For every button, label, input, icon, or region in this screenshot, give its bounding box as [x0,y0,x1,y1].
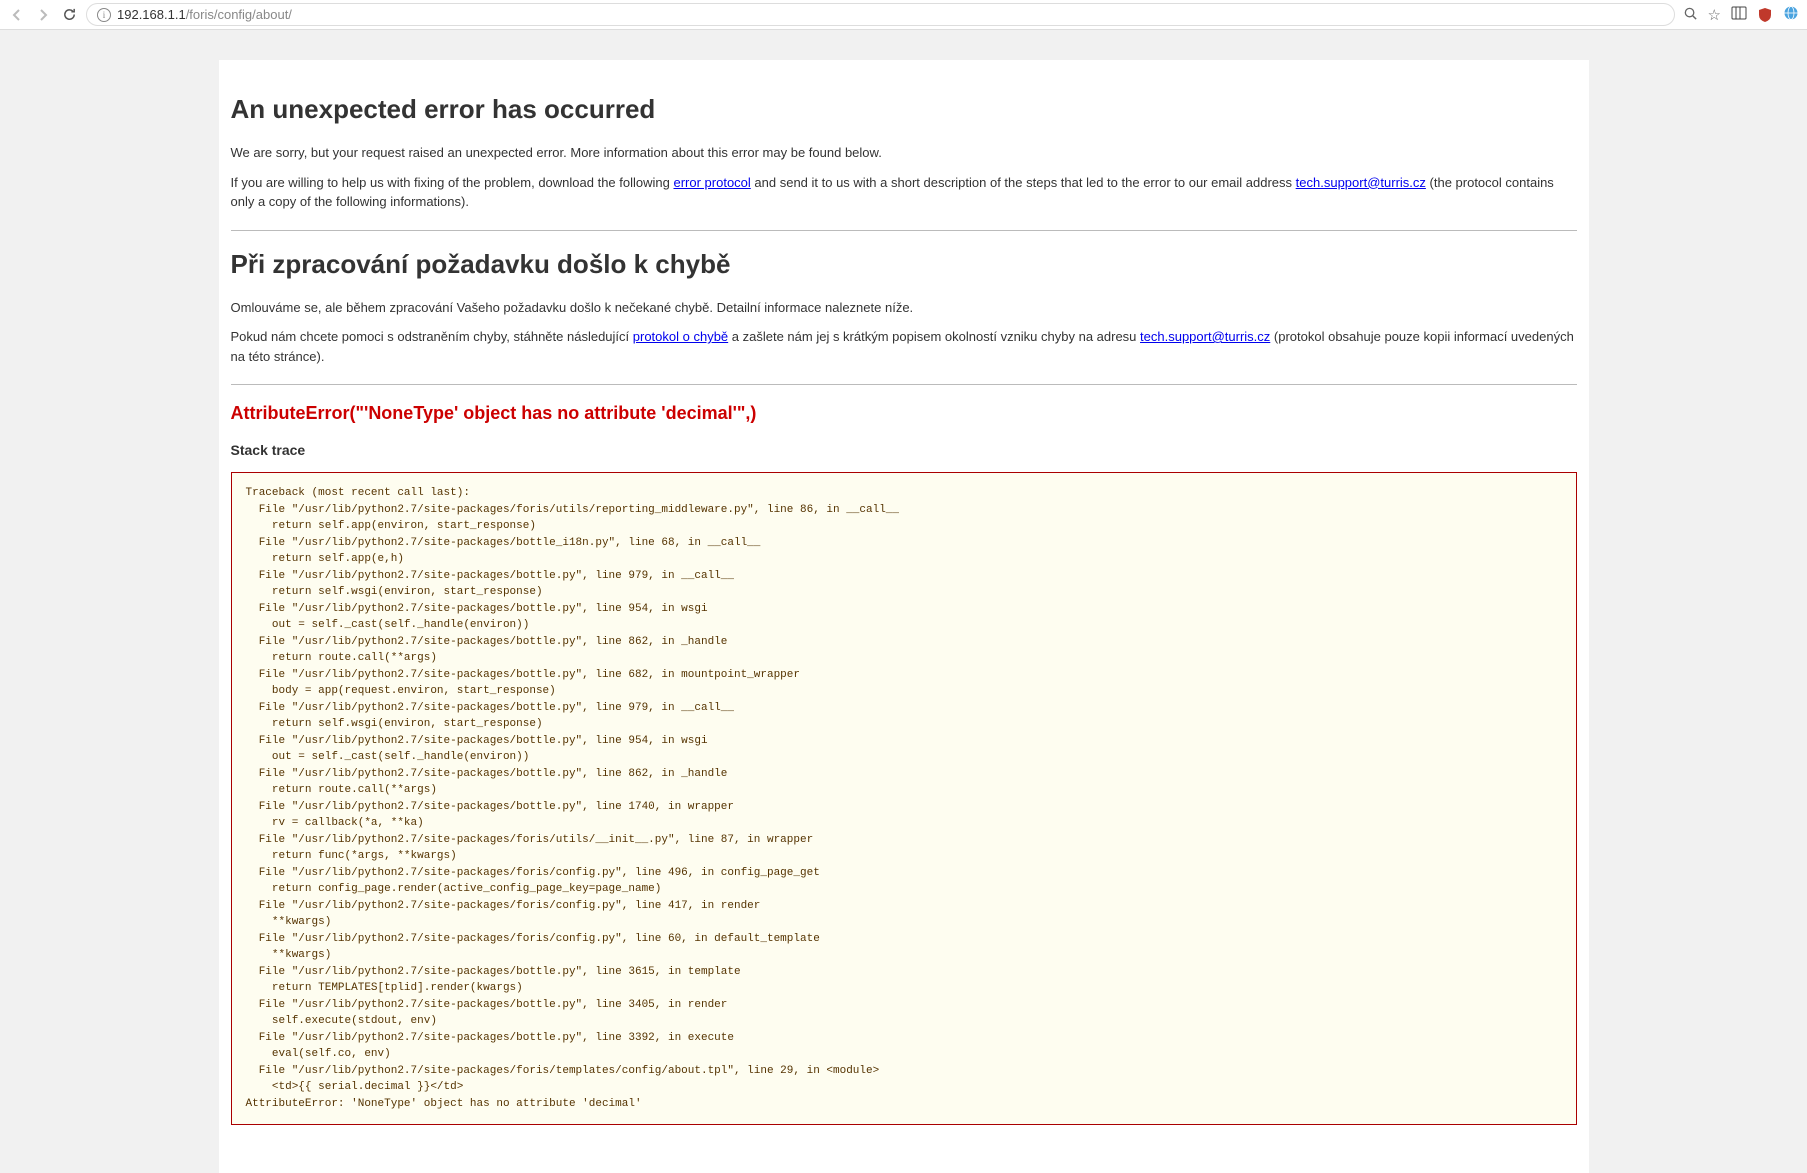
site-info-icon[interactable]: i [97,8,111,22]
adblock-shield-icon[interactable] [1757,7,1773,23]
bookmark-star-icon[interactable]: ☆ [1708,6,1721,24]
extension-icon-1[interactable] [1731,5,1747,24]
divider [231,384,1577,385]
error-page: An unexpected error has occurred We are … [219,60,1589,1173]
back-button[interactable] [8,6,26,24]
divider [231,230,1577,231]
toolbar-right: ☆ [1683,5,1799,24]
page-search-icon[interactable] [1683,6,1698,24]
address-bar[interactable]: i 192.168.1.1/foris/config/about/ [86,3,1675,26]
exception-title: AttributeError("'NoneType' object has no… [231,403,1577,424]
error-help-en: If you are willing to help us with fixin… [231,173,1577,212]
error-protocol-link-cz[interactable]: protokol o chybě [633,329,728,344]
error-heading-en: An unexpected error has occurred [231,94,1577,125]
reload-button[interactable] [60,6,78,24]
url-text: 192.168.1.1/foris/config/about/ [117,7,292,22]
stack-trace: Traceback (most recent call last): File … [231,472,1577,1125]
error-heading-cz: Při zpracování požadavku došlo k chybě [231,249,1577,280]
forward-button[interactable] [34,6,52,24]
stack-trace-label: Stack trace [231,442,1577,458]
error-protocol-link-en[interactable]: error protocol [673,175,750,190]
error-intro-en: We are sorry, but your request raised an… [231,143,1577,163]
support-email-link-cz[interactable]: tech.support@turris.cz [1140,329,1270,344]
error-help-cz: Pokud nám chcete pomoci s odstraněním ch… [231,327,1577,366]
support-email-link-en[interactable]: tech.support@turris.cz [1296,175,1426,190]
extension-globe-icon[interactable] [1783,5,1799,24]
error-intro-cz: Omlouváme se, ale během zpracování Vašeh… [231,298,1577,318]
browser-toolbar: i 192.168.1.1/foris/config/about/ ☆ [0,0,1807,30]
